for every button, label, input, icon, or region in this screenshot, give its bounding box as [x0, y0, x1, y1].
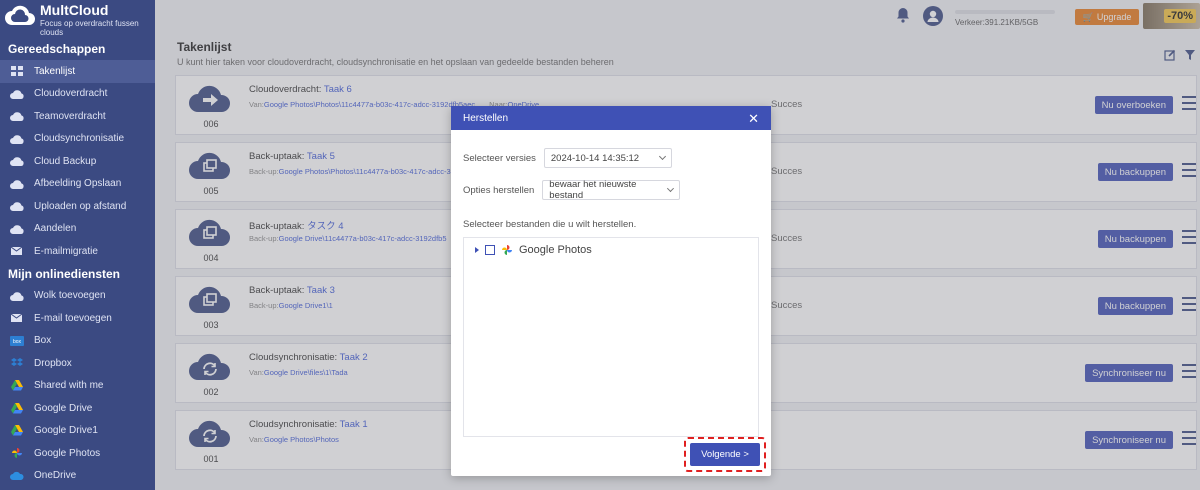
tree-item-label: Google Photos [519, 244, 592, 256]
add-email-icon [10, 312, 24, 324]
services-item-label: Wolk toevoegen [34, 290, 106, 302]
tools-item-label: E-mailmigratie [34, 245, 98, 257]
tools-item-label: Teamoverdracht [34, 110, 106, 122]
brand-tagline: Focus op overdracht fussen clouds [40, 19, 139, 38]
services-item-label: Shared with me [34, 380, 104, 392]
shared-drive-icon [10, 380, 24, 392]
box-icon: box [10, 335, 24, 347]
multcloud-logo-icon [5, 5, 35, 25]
next-button[interactable]: Volgende > [690, 443, 760, 466]
google-drive-icon [10, 425, 24, 437]
google-photos-icon [502, 245, 512, 255]
chevron-down-icon [667, 185, 675, 192]
tools-item-label: Takenlijst [34, 65, 76, 77]
image-save-icon [10, 178, 24, 190]
tools-item-aandelen[interactable]: Aandelen [0, 218, 155, 241]
options-label: Opties herstellen [463, 184, 535, 196]
services-item-dropbox[interactable]: Dropbox [0, 352, 155, 375]
services-item-label: Box [34, 335, 52, 347]
dialog-header: Herstellen ✕ [451, 106, 771, 130]
options-select[interactable]: bewaar het nieuwste bestand [542, 179, 681, 201]
restore-dialog: Herstellen ✕ Selecteer versies 2024-10-1… [451, 106, 771, 476]
services-item-wolk-toevoegen[interactable]: Wolk toevoegen [0, 285, 155, 308]
tools-item-teamoverdracht[interactable]: Teamoverdracht [0, 105, 155, 128]
google-photos-icon [10, 447, 24, 459]
services-item-box[interactable]: box Box [0, 330, 155, 353]
services-section-title: Mijn onlinediensten [8, 266, 121, 281]
version-value: 2024-10-14 14:35:12 [550, 152, 640, 164]
services-item-onedrive[interactable]: OneDrive [0, 465, 155, 488]
tools-item-cloudsynchronisatie[interactable]: Cloudsynchronisatie [0, 128, 155, 151]
tools-item-label: Uploaden op afstand [34, 200, 127, 212]
cloud-sync-icon [10, 133, 24, 145]
cloud-transfer-icon [10, 88, 24, 100]
services-item-e-mail-toevoegen[interactable]: E-mail toevoegen [0, 307, 155, 330]
services-item-google-drive1[interactable]: Google Drive1 [0, 420, 155, 443]
tree-item-checkbox[interactable] [485, 245, 495, 255]
sidebar: MultCloud Focus op overdracht fussen clo… [0, 0, 155, 490]
cloud-backup-icon [10, 155, 24, 167]
tools-item-label: Cloudsynchronisatie [34, 133, 125, 145]
share-icon [10, 223, 24, 235]
tools-item-cloud-backup[interactable]: Cloud Backup [0, 150, 155, 173]
services-item-label: Google Photos [34, 447, 101, 459]
add-cloud-icon [10, 290, 24, 302]
services-item-label: Google Drive1 [34, 425, 98, 437]
team-transfer-icon [10, 110, 24, 122]
grid-icon [10, 65, 24, 77]
dialog-hint: Selecteer bestanden die u wilt herstelle… [463, 219, 637, 230]
options-value: bewaar het nieuwste bestand [549, 179, 637, 201]
next-button-highlight: Volgende > [684, 437, 766, 472]
tools-item-label: Cloudoverdracht [34, 88, 108, 100]
tools-section-title: Gereedschappen [8, 42, 106, 56]
services-item-label: E-mail toevoegen [34, 312, 112, 324]
dialog-title: Herstellen [463, 112, 509, 124]
email-migration-icon [10, 245, 24, 257]
tools-item-afbeelding-opslaan[interactable]: Afbeelding Opslaan [0, 173, 155, 196]
services-item-label: OneDrive [34, 470, 77, 482]
remote-upload-icon [10, 200, 24, 212]
file-tree: Google Photos [463, 237, 759, 437]
version-row: Selecteer versies 2024-10-14 14:35:12 [463, 148, 672, 168]
tree-item-google-photos[interactable]: Google Photos [475, 244, 592, 256]
version-label: Selecteer versies [463, 152, 536, 164]
tools-item-label: Cloud Backup [34, 155, 97, 167]
tools-item-takenlijst[interactable]: Takenlijst [0, 60, 155, 83]
tools-item-cloudoverdracht[interactable]: Cloudoverdracht [0, 83, 155, 106]
svg-text:box: box [13, 339, 22, 345]
services-item-shared-with-me[interactable]: Shared with me [0, 375, 155, 398]
brand-name: MultCloud [40, 2, 109, 18]
services-item-google-photos[interactable]: Google Photos [0, 442, 155, 465]
tools-item-label: Afbeelding Opslaan [34, 178, 122, 190]
close-icon[interactable]: ✕ [748, 112, 759, 125]
tools-item-uploaden-op-afstand[interactable]: Uploaden op afstand [0, 195, 155, 218]
dropbox-icon [10, 357, 24, 369]
chevron-down-icon [658, 152, 666, 161]
expand-arrow-icon[interactable] [475, 247, 479, 253]
services-item-label: Dropbox [34, 357, 72, 369]
version-select[interactable]: 2024-10-14 14:35:12 [543, 148, 672, 168]
google-drive-icon [10, 402, 24, 414]
options-row: Opties herstellen bewaar het nieuwste be… [463, 179, 681, 201]
tools-item-e-mailmigratie[interactable]: E-mailmigratie [0, 240, 155, 263]
tools-item-label: Aandelen [34, 223, 77, 235]
services-item-google-drive[interactable]: Google Drive [0, 397, 155, 420]
services-item-label: Google Drive [34, 402, 93, 414]
logo[interactable]: MultCloud Focus op overdracht fussen clo… [0, 0, 155, 38]
onedrive-icon [10, 470, 24, 482]
